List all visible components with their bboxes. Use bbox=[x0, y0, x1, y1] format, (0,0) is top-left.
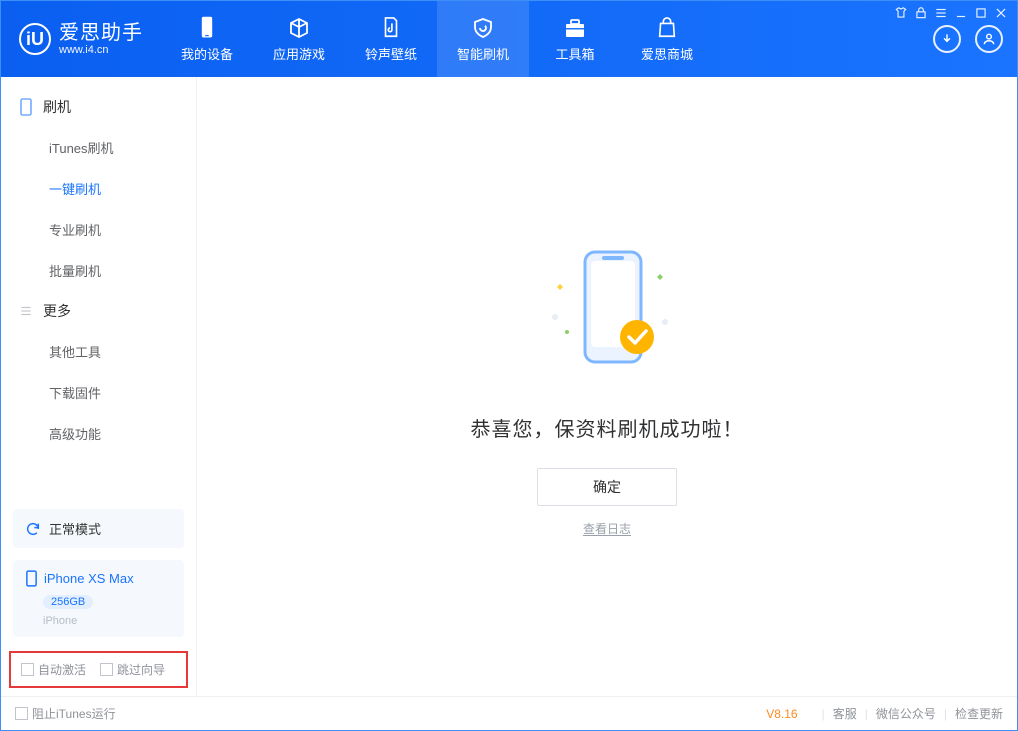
close-icon[interactable] bbox=[994, 6, 1008, 20]
version-label: V8.16 bbox=[766, 707, 797, 721]
sidebar-item-other-tools[interactable]: 其他工具 bbox=[1, 331, 196, 372]
mode-label: 正常模式 bbox=[49, 519, 101, 538]
nav-label: 智能刷机 bbox=[457, 44, 509, 63]
tshirt-icon[interactable] bbox=[894, 6, 908, 20]
menu-icon[interactable] bbox=[934, 6, 948, 20]
nav-apps-games[interactable]: 应用游戏 bbox=[253, 1, 345, 77]
sidebar-item-advanced[interactable]: 高级功能 bbox=[1, 413, 196, 454]
footer-link-support[interactable]: 客服 bbox=[833, 705, 857, 722]
device-capacity: 256GB bbox=[43, 595, 93, 609]
sidebar-group-title: 刷机 bbox=[43, 97, 71, 117]
sidebar: 刷机 iTunes刷机 一键刷机 专业刷机 批量刷机 更多 其他工具 下载固件 … bbox=[1, 77, 197, 696]
nav-label: 铃声壁纸 bbox=[365, 44, 417, 63]
app-header: iU 爱思助手 www.i4.cn 我的设备 应用游戏 铃声壁纸 智能刷机 工具… bbox=[1, 1, 1017, 77]
bag-icon bbox=[655, 16, 679, 40]
nav-store[interactable]: 爱思商城 bbox=[621, 1, 713, 77]
footer-link-wechat[interactable]: 微信公众号 bbox=[876, 705, 936, 722]
sidebar-item-oneclick-flash[interactable]: 一键刷机 bbox=[1, 168, 196, 209]
sidebar-group-more: 更多 bbox=[1, 291, 196, 331]
sidebar-item-pro-flash[interactable]: 专业刷机 bbox=[1, 209, 196, 250]
phone-icon bbox=[195, 16, 219, 40]
device-name: iPhone XS Max bbox=[44, 571, 134, 586]
minimize-icon[interactable] bbox=[954, 6, 968, 20]
checkbox-block-itunes[interactable]: 阻止iTunes运行 bbox=[15, 705, 116, 722]
music-file-icon bbox=[379, 16, 403, 40]
download-button[interactable] bbox=[933, 25, 961, 53]
shield-refresh-icon bbox=[471, 16, 495, 40]
list-icon bbox=[19, 304, 33, 318]
main-content: 恭喜您，保资料刷机成功啦！ 确定 查看日志 bbox=[197, 77, 1017, 696]
nav-label: 应用游戏 bbox=[273, 44, 325, 63]
status-bar: 阻止iTunes运行 V8.16 | 客服 | 微信公众号 | 检查更新 bbox=[1, 696, 1017, 730]
toolbox-icon bbox=[563, 16, 587, 40]
window-controls bbox=[894, 6, 1008, 20]
success-illustration bbox=[517, 237, 697, 387]
device-panel[interactable]: iPhone XS Max 256GB iPhone bbox=[13, 560, 184, 637]
app-url: www.i4.cn bbox=[59, 44, 143, 56]
refresh-icon bbox=[25, 521, 41, 537]
cube-icon bbox=[287, 16, 311, 40]
success-message: 恭喜您，保资料刷机成功啦！ bbox=[471, 413, 744, 442]
maximize-icon[interactable] bbox=[974, 6, 988, 20]
device-icon bbox=[19, 98, 33, 116]
sidebar-item-itunes-flash[interactable]: iTunes刷机 bbox=[1, 127, 196, 168]
app-logo: iU 爱思助手 www.i4.cn bbox=[1, 1, 161, 77]
lock-icon[interactable] bbox=[914, 6, 928, 20]
sidebar-group-flash: 刷机 bbox=[1, 87, 196, 127]
nav-smart-flash[interactable]: 智能刷机 bbox=[437, 1, 529, 77]
nav-label: 爱思商城 bbox=[641, 44, 693, 63]
app-body: 刷机 iTunes刷机 一键刷机 专业刷机 批量刷机 更多 其他工具 下载固件 … bbox=[1, 77, 1017, 696]
phone-outline-icon bbox=[25, 570, 38, 587]
footer-link-update[interactable]: 检查更新 bbox=[955, 705, 1003, 722]
device-type: iPhone bbox=[43, 615, 77, 627]
checkbox-skip-wizard[interactable]: 跳过向导 bbox=[100, 661, 165, 678]
checkbox-auto-activate[interactable]: 自动激活 bbox=[21, 661, 86, 678]
sidebar-item-batch-flash[interactable]: 批量刷机 bbox=[1, 250, 196, 291]
sidebar-item-download-firmware[interactable]: 下载固件 bbox=[1, 372, 196, 413]
sidebar-group-title: 更多 bbox=[43, 301, 71, 321]
mode-panel[interactable]: 正常模式 bbox=[13, 509, 184, 548]
nav-my-device[interactable]: 我的设备 bbox=[161, 1, 253, 77]
ok-button[interactable]: 确定 bbox=[537, 468, 677, 506]
nav-ringtone-wallpaper[interactable]: 铃声壁纸 bbox=[345, 1, 437, 77]
logo-badge-icon: iU bbox=[19, 23, 51, 55]
nav-label: 我的设备 bbox=[181, 44, 233, 63]
view-log-link[interactable]: 查看日志 bbox=[583, 520, 631, 537]
nav-label: 工具箱 bbox=[555, 44, 594, 63]
options-highlight-box: 自动激活 跳过向导 bbox=[9, 651, 188, 688]
nav-toolbox[interactable]: 工具箱 bbox=[529, 1, 621, 77]
app-name: 爱思助手 bbox=[59, 22, 143, 44]
top-nav: 我的设备 应用游戏 铃声壁纸 智能刷机 工具箱 爱思商城 bbox=[161, 1, 713, 77]
user-button[interactable] bbox=[975, 25, 1003, 53]
